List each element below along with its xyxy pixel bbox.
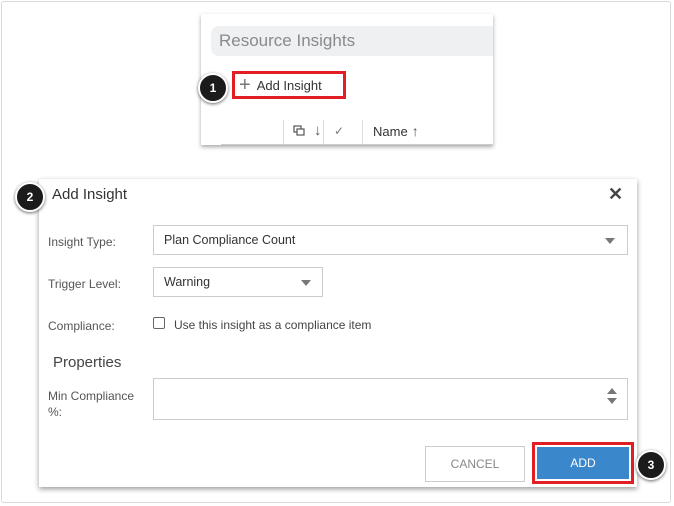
column-separator <box>283 120 284 145</box>
chevron-down-icon <box>605 238 615 244</box>
compliance-checkbox[interactable] <box>153 317 165 329</box>
insight-type-select[interactable]: Plan Compliance Count <box>153 225 628 255</box>
column-separator <box>323 120 324 145</box>
spin-up-icon[interactable] <box>607 388 617 394</box>
copy-icon[interactable] <box>293 125 306 140</box>
properties-heading: Properties <box>53 354 122 371</box>
insight-type-value: Plan Compliance Count <box>164 233 296 247</box>
trigger-level-label: Trigger Level: <box>48 277 121 291</box>
header-divider <box>221 144 493 145</box>
resource-insights-panel: Resource Insights + Add Insight ↓ ✓ Name… <box>201 14 493 145</box>
insight-type-label: Insight Type: <box>48 235 116 249</box>
plus-icon: + <box>239 74 251 96</box>
compliance-checkbox-text[interactable]: Use this insight as a compliance item <box>174 318 371 332</box>
step-badge-1: 1 <box>198 73 228 103</box>
trigger-level-select[interactable]: Warning <box>153 267 323 297</box>
add-button[interactable]: ADD <box>537 447 629 479</box>
close-icon[interactable]: ✕ <box>608 184 623 205</box>
trigger-level-value: Warning <box>164 275 211 289</box>
min-compliance-input[interactable] <box>153 378 628 420</box>
cancel-button[interactable]: CANCEL <box>425 446 525 482</box>
spin-down-icon[interactable] <box>607 398 617 404</box>
chevron-down-icon <box>301 280 311 286</box>
checkmark-icon[interactable]: ✓ <box>334 124 344 138</box>
step-badge-2: 2 <box>15 182 45 212</box>
dialog-title: Add Insight <box>52 186 128 203</box>
column-header-name[interactable]: Name ↑ <box>373 123 419 139</box>
column-header-bar: ↓ ✓ Name ↑ <box>221 120 493 145</box>
add-insight-dialog: Add Insight ✕ Insight Type: Plan Complia… <box>39 179 637 487</box>
add-button-highlight: ADD <box>532 442 634 484</box>
sort-up-icon: ↑ <box>411 123 419 139</box>
step-badge-3: 3 <box>636 450 666 480</box>
add-insight-button[interactable]: + Add Insight <box>232 71 346 99</box>
panel-title: Resource Insights <box>211 26 493 56</box>
sort-down-icon[interactable]: ↓ <box>314 122 322 139</box>
column-name-label: Name <box>373 124 408 139</box>
column-separator <box>362 120 363 145</box>
compliance-label: Compliance: <box>48 319 115 333</box>
min-compliance-label: Min Compliance %: <box>48 389 135 419</box>
add-insight-label: Add Insight <box>256 77 322 93</box>
